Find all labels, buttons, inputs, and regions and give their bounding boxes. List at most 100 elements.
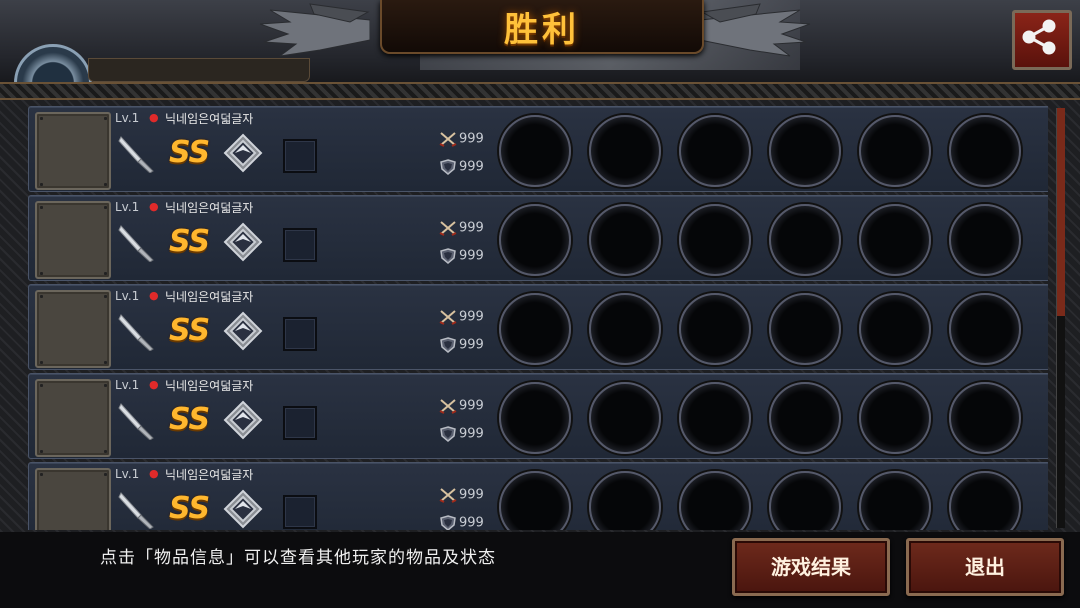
equipment-slot[interactable] bbox=[949, 115, 1021, 187]
equipment-slot[interactable] bbox=[949, 471, 1021, 530]
attack-value: 999 bbox=[459, 487, 484, 503]
player-name: 닉네임은여덟글자 bbox=[165, 379, 254, 393]
crossed-swords-icon bbox=[439, 399, 457, 414]
knife-icon bbox=[118, 314, 154, 351]
portrait-slot[interactable] bbox=[35, 379, 111, 457]
crossed-swords-icon bbox=[439, 310, 457, 325]
defense-stat: 999 bbox=[439, 159, 484, 175]
wing-right-icon bbox=[700, 3, 811, 57]
shield-icon bbox=[440, 159, 456, 175]
equipment-slot[interactable] bbox=[499, 382, 571, 454]
defense-value: 999 bbox=[459, 248, 484, 264]
portrait-slot[interactable] bbox=[35, 112, 111, 190]
share-button[interactable] bbox=[1012, 10, 1072, 70]
defense-value: 999 bbox=[459, 426, 484, 442]
crossed-swords-icon bbox=[439, 221, 457, 236]
knife-icon bbox=[118, 225, 154, 262]
rank-emblem-icon bbox=[223, 489, 263, 529]
attack-value: 999 bbox=[459, 398, 484, 414]
medal-icon: ● bbox=[149, 200, 159, 213]
knife-icon bbox=[118, 403, 154, 440]
crossed-swords-icon bbox=[439, 488, 457, 503]
equipment-slot[interactable] bbox=[769, 293, 841, 365]
defense-value: 999 bbox=[459, 337, 484, 353]
attack-stat: 999 bbox=[439, 220, 484, 236]
shield-icon bbox=[440, 515, 456, 530]
knife-icon bbox=[118, 136, 154, 173]
rank-emblem-icon bbox=[223, 133, 263, 173]
attack-value: 999 bbox=[459, 309, 484, 325]
equipment-slot[interactable] bbox=[589, 471, 661, 530]
equipment-slot[interactable] bbox=[949, 293, 1021, 365]
grade-badge: SS bbox=[169, 491, 210, 526]
player-name: 닉네임은여덟글자 bbox=[165, 112, 254, 126]
shield-icon bbox=[440, 248, 456, 264]
equipment-slot[interactable] bbox=[769, 382, 841, 454]
equipment-slot[interactable] bbox=[769, 115, 841, 187]
hint-text: 点击「物品信息」可以查看其他玩家的物品及状态 bbox=[100, 548, 496, 568]
item-slot[interactable] bbox=[283, 495, 317, 529]
player-row[interactable]: Lv.1 ● 닉네임은여덟글자 SS 999 999 bbox=[28, 373, 1048, 459]
item-slot[interactable] bbox=[283, 228, 317, 262]
equipment-slot[interactable] bbox=[679, 293, 751, 365]
equipment-slot[interactable] bbox=[679, 115, 751, 187]
equipment-slot[interactable] bbox=[859, 115, 931, 187]
item-slot[interactable] bbox=[283, 139, 317, 173]
grade-badge: SS bbox=[169, 224, 210, 259]
item-slot[interactable] bbox=[283, 406, 317, 440]
player-name-plate bbox=[88, 58, 310, 82]
equipment-slot[interactable] bbox=[679, 471, 751, 530]
share-icon bbox=[1022, 19, 1056, 55]
equipment-slot[interactable] bbox=[589, 204, 661, 276]
player-list: Lv.1 ● 닉네임은여덟글자 SS 999 999 Lv.1 ● 닉네임은여덟… bbox=[28, 106, 1048, 530]
game-result-button[interactable]: 游戏结果 bbox=[732, 538, 890, 596]
attack-stat: 999 bbox=[439, 487, 484, 503]
player-row[interactable]: Lv.1 ● 닉네임은여덟글자 SS 999 999 bbox=[28, 106, 1048, 192]
equipment-slot[interactable] bbox=[499, 115, 571, 187]
player-row[interactable]: Lv.1 ● 닉네임은여덟글자 SS 999 999 bbox=[28, 195, 1048, 281]
equipment-slot[interactable] bbox=[589, 293, 661, 365]
knife-icon bbox=[118, 492, 154, 529]
equipment-slot[interactable] bbox=[769, 204, 841, 276]
equipment-slot[interactable] bbox=[589, 382, 661, 454]
page-title: 胜利 bbox=[504, 10, 580, 50]
level-label: Lv.1 bbox=[115, 467, 140, 481]
rank-emblem-icon bbox=[223, 400, 263, 440]
attack-value: 999 bbox=[459, 131, 484, 147]
grade-badge: SS bbox=[169, 402, 210, 437]
level-label: Lv.1 bbox=[115, 378, 140, 392]
equipment-slot[interactable] bbox=[499, 204, 571, 276]
player-row[interactable]: Lv.1 ● 닉네임은여덟글자 SS 999 999 bbox=[28, 284, 1048, 370]
equipment-slot[interactable] bbox=[589, 115, 661, 187]
defense-value: 999 bbox=[459, 159, 484, 175]
level-label: Lv.1 bbox=[115, 289, 140, 303]
item-circles bbox=[499, 382, 1029, 454]
player-name: 닉네임은여덟글자 bbox=[165, 468, 254, 482]
player-row[interactable]: Lv.1 ● 닉네임은여덟글자 SS 999 999 bbox=[28, 462, 1048, 530]
equipment-slot[interactable] bbox=[499, 471, 571, 530]
equipment-slot[interactable] bbox=[499, 293, 571, 365]
item-slot[interactable] bbox=[283, 317, 317, 351]
equipment-slot[interactable] bbox=[859, 204, 931, 276]
equipment-slot[interactable] bbox=[859, 382, 931, 454]
equipment-slot[interactable] bbox=[949, 204, 1021, 276]
grade-badge: SS bbox=[169, 313, 210, 348]
portrait-slot[interactable] bbox=[35, 201, 111, 279]
equipment-slot[interactable] bbox=[769, 471, 841, 530]
equipment-slot[interactable] bbox=[859, 471, 931, 530]
exit-button[interactable]: 退出 bbox=[906, 538, 1064, 596]
equipment-slot[interactable] bbox=[679, 204, 751, 276]
portrait-slot[interactable] bbox=[35, 290, 111, 368]
attack-stat: 999 bbox=[439, 131, 484, 147]
equipment-slot[interactable] bbox=[949, 382, 1021, 454]
scrollbar[interactable] bbox=[1056, 108, 1065, 528]
scrollbar-thumb[interactable] bbox=[1057, 108, 1065, 316]
shield-icon bbox=[440, 337, 456, 353]
portrait-slot[interactable] bbox=[35, 468, 111, 530]
medal-icon: ● bbox=[149, 111, 159, 124]
equipment-slot[interactable] bbox=[859, 293, 931, 365]
defense-stat: 999 bbox=[439, 337, 484, 353]
equipment-slot[interactable] bbox=[679, 382, 751, 454]
grade-badge: SS bbox=[169, 135, 210, 170]
item-circles bbox=[499, 293, 1029, 365]
